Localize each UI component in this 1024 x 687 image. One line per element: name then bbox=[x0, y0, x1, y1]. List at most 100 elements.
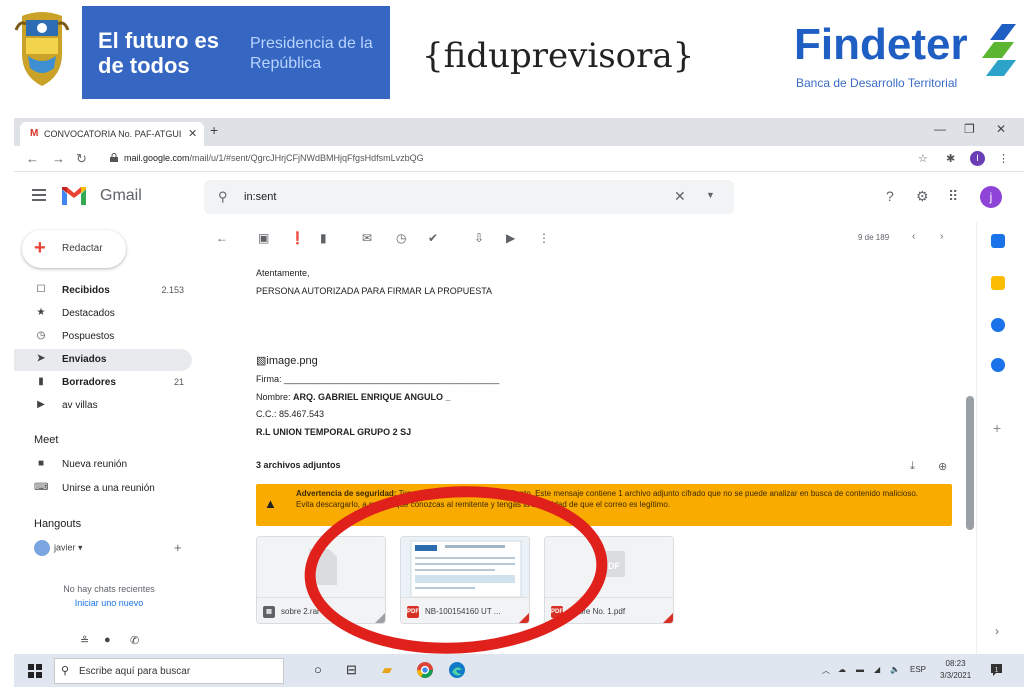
chat-bubble-icon[interactable]: ● bbox=[104, 634, 111, 646]
add-to-drive-icon[interactable]: ⊕ bbox=[938, 460, 947, 473]
labels-icon[interactable]: ▶ bbox=[506, 231, 515, 245]
show-hidden-icons[interactable]: ︿ bbox=[822, 665, 830, 676]
cloud-icon[interactable]: ☁ bbox=[838, 665, 846, 674]
sidebar-item-destacados[interactable]: ★ Destacados bbox=[14, 303, 192, 325]
task-view-icon[interactable]: ⊟ bbox=[346, 662, 357, 678]
mark-unread-icon[interactable]: ✉ bbox=[362, 231, 372, 245]
sidebar-item-label: Recibidos bbox=[62, 285, 110, 296]
unread-count: 2.153 bbox=[161, 285, 184, 295]
windows-taskbar: ⚲ Escribe aquí para buscar ○ ⊟ ▰ ︿ ☁ ▬ ◢… bbox=[14, 654, 1024, 687]
card-corner-fold bbox=[661, 611, 673, 623]
minimize-icon[interactable]: — bbox=[934, 122, 946, 136]
close-window-icon[interactable]: ✕ bbox=[996, 122, 1006, 136]
compose-label: Redactar bbox=[62, 243, 103, 254]
sidebar-item-av-villas[interactable]: ▶ av villas bbox=[14, 395, 192, 417]
file-explorer-icon[interactable]: ▰ bbox=[382, 662, 392, 678]
no-chats-text: No hay chats recientes bbox=[63, 584, 155, 594]
meet-new-meeting[interactable]: ■ Nueva reunión bbox=[14, 454, 192, 476]
reload-icon[interactable]: ↻ bbox=[76, 151, 87, 167]
volume-icon[interactable]: 🔈 bbox=[890, 665, 900, 674]
browser-tab[interactable]: M CONVOCATORIA No. PAF-ATGUI ✕ bbox=[20, 122, 204, 146]
contacts-rail-icon[interactable] bbox=[991, 358, 1005, 372]
lock-icon bbox=[110, 153, 118, 162]
more-actions-icon[interactable]: ⋮ bbox=[538, 231, 550, 245]
search-bar[interactable]: ⚲ in:sent ✕ ▼ bbox=[204, 180, 734, 214]
tab-title: CONVOCATORIA No. PAF-ATGUI bbox=[44, 129, 182, 139]
video-icon: ■ bbox=[37, 458, 45, 469]
forward-icon[interactable]: → bbox=[52, 151, 65, 166]
support-icon[interactable]: ? bbox=[886, 188, 894, 204]
edge-icon[interactable] bbox=[448, 661, 466, 679]
snooze-icon[interactable]: ◷ bbox=[396, 231, 406, 245]
contacts-icon[interactable]: ≗ bbox=[80, 634, 89, 647]
keep-icon[interactable] bbox=[991, 276, 1005, 290]
new-tab-icon[interactable]: + bbox=[210, 122, 218, 138]
nombre-label: Nombre: bbox=[256, 392, 291, 402]
chrome-icon[interactable] bbox=[416, 661, 434, 679]
browser-profile-avatar[interactable]: I bbox=[970, 151, 985, 166]
findeter-logo: Findeter bbox=[794, 20, 968, 69]
search-icon[interactable]: ⚲ bbox=[218, 189, 228, 205]
settings-gear-icon[interactable]: ⚙ bbox=[916, 188, 929, 205]
expand-panel-icon[interactable]: › bbox=[995, 624, 999, 638]
label-icon: ▶ bbox=[37, 399, 45, 410]
newer-icon[interactable]: › bbox=[940, 231, 943, 242]
start-new-chat-link[interactable]: Iniciar uno nuevo bbox=[14, 598, 204, 608]
meet-join-meeting[interactable]: ⌨ Unirse a una reunión bbox=[14, 478, 192, 500]
taskbar-search-placeholder: Escribe aquí para buscar bbox=[79, 666, 191, 677]
battery-icon[interactable]: ▬ bbox=[856, 665, 864, 674]
sidebar-item-label: Pospuestos bbox=[62, 331, 115, 342]
sidebar-item-borradores[interactable]: ▮ Borradores 21 bbox=[14, 372, 192, 394]
compose-button[interactable]: + Redactar bbox=[22, 230, 126, 268]
closing-line: Atentamente, bbox=[256, 268, 310, 278]
taskbar-clock[interactable]: 08:23 3/3/2021 bbox=[940, 658, 971, 682]
hangouts-user[interactable]: javier ▾ bbox=[34, 540, 83, 556]
findeter-subtitle: Banca de Desarrollo Territorial bbox=[796, 76, 958, 90]
calendar-icon[interactable] bbox=[991, 234, 1005, 248]
apps-grid-icon[interactable]: ⠿ bbox=[948, 188, 958, 205]
restore-icon[interactable]: ❐ bbox=[964, 122, 975, 136]
clear-search-icon[interactable]: ✕ bbox=[674, 188, 686, 205]
search-options-icon[interactable]: ▼ bbox=[706, 190, 715, 200]
back-icon[interactable]: ← bbox=[26, 151, 39, 166]
browser-menu-icon[interactable]: ⋮ bbox=[998, 152, 1009, 165]
delete-icon[interactable]: ▮ bbox=[320, 231, 327, 245]
highlight-ellipse-annotation bbox=[304, 486, 608, 654]
meet-item-label: Unirse a una reunión bbox=[62, 483, 155, 494]
gmail-wordmark: Gmail bbox=[100, 187, 142, 204]
report-spam-icon[interactable]: ❗ bbox=[290, 231, 305, 245]
add-task-icon[interactable]: ✔ bbox=[428, 231, 438, 245]
sidebar-item-pospuestos[interactable]: ◷ Pospuestos bbox=[14, 326, 192, 348]
get-addons-plus-icon[interactable]: + bbox=[993, 420, 1001, 436]
cortana-icon[interactable]: ○ bbox=[314, 662, 322, 677]
url-field[interactable]: mail.google.com/mail/u/1/#sent/QgrcJHrjC… bbox=[124, 153, 424, 163]
firma-label: Firma: bbox=[256, 374, 282, 384]
windows-start-icon[interactable] bbox=[28, 664, 42, 678]
phone-icon[interactable]: ✆ bbox=[130, 634, 139, 647]
clock-date: 3/3/2021 bbox=[940, 671, 972, 680]
network-icon[interactable]: ◢ bbox=[874, 665, 880, 674]
address-bar: ← → ↻ mail.google.com/mail/u/1/#sent/Qgr… bbox=[14, 146, 1024, 172]
extensions-icon[interactable]: ✱ bbox=[946, 152, 955, 165]
older-icon[interactable]: ‹ bbox=[912, 231, 915, 242]
back-to-list-icon[interactable]: ← bbox=[216, 231, 228, 245]
account-avatar[interactable]: j bbox=[980, 186, 1002, 208]
sidebar-item-enviados[interactable]: ➤ Enviados bbox=[14, 349, 192, 371]
gov-slogan: El futuro es de todos bbox=[98, 28, 220, 78]
move-to-icon[interactable]: ⇩ bbox=[474, 231, 484, 245]
main-menu-icon[interactable] bbox=[32, 189, 46, 201]
input-language[interactable]: ESP bbox=[910, 665, 926, 674]
notifications-icon[interactable]: 1 bbox=[990, 663, 1003, 677]
firma-rule: ________________________________________… bbox=[284, 374, 500, 384]
download-all-icon[interactable]: ⤓ bbox=[910, 460, 915, 473]
new-chat-plus-icon[interactable]: + bbox=[174, 540, 182, 555]
gmail-sidebar: + Redactar ☐ Recibidos 2.153 ★ Destacado… bbox=[14, 222, 206, 654]
bookmark-star-icon[interactable]: ☆ bbox=[918, 152, 928, 165]
message-scrollbar[interactable] bbox=[966, 396, 974, 530]
archive-icon[interactable]: ▣ bbox=[258, 231, 269, 245]
search-input[interactable]: in:sent bbox=[244, 191, 276, 203]
close-tab-icon[interactable]: ✕ bbox=[188, 127, 197, 140]
tasks-icon[interactable] bbox=[991, 318, 1005, 332]
taskbar-search-box[interactable]: ⚲ Escribe aquí para buscar bbox=[54, 658, 284, 684]
sidebar-item-recibidos[interactable]: ☐ Recibidos 2.153 bbox=[14, 280, 192, 302]
